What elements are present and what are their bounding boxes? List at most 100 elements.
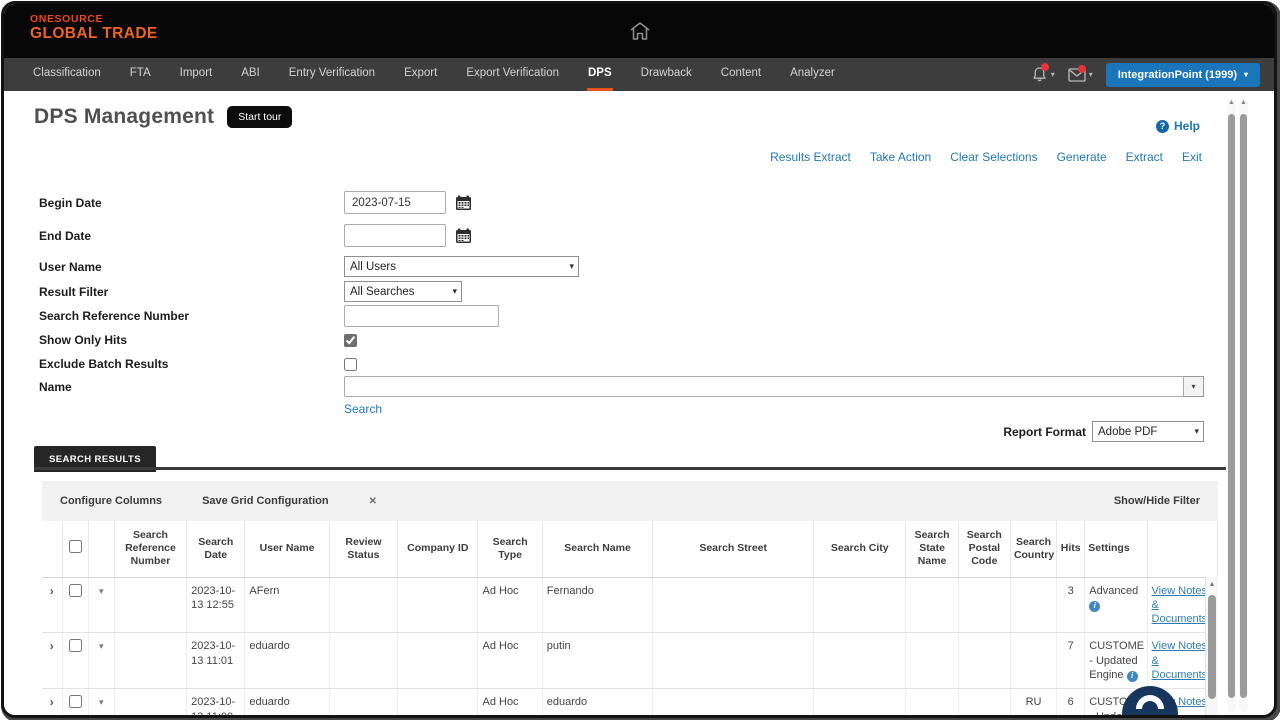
show-hide-filter-button[interactable]: Show/Hide Filter <box>1114 495 1200 507</box>
chevron-down-icon: ▾ <box>1194 426 1199 437</box>
nav-abi[interactable]: ABI <box>240 58 261 91</box>
help-label: Help <box>1174 119 1200 133</box>
nav-content[interactable]: Content <box>720 58 762 91</box>
col-search-state-name[interactable]: Search State Name <box>906 521 958 577</box>
begin-date-input[interactable] <box>344 191 446 214</box>
scrollbar-thumb[interactable] <box>1240 114 1247 698</box>
col-search-type[interactable]: Search Type <box>478 521 542 577</box>
row-checkbox[interactable] <box>69 584 82 597</box>
cell-search-country <box>1010 633 1056 689</box>
cell-menu: ▾ <box>88 577 114 633</box>
nav-dps[interactable]: DPS <box>587 58 613 91</box>
show-only-hits-checkbox[interactable] <box>344 334 357 347</box>
nav-entry-verification[interactable]: Entry Verification <box>288 58 376 91</box>
expand-row-icon[interactable]: › <box>50 584 54 598</box>
close-icon[interactable]: ✕ <box>369 496 377 507</box>
user-name-select[interactable]: All Users ▾ <box>344 256 579 277</box>
nav-fta[interactable]: FTA <box>129 58 152 91</box>
name-dropdown-button[interactable]: ▾ <box>1184 376 1204 397</box>
calendar-icon[interactable] <box>455 195 472 211</box>
nav-classification[interactable]: Classification <box>32 58 102 91</box>
expand-row-icon[interactable]: › <box>50 639 54 653</box>
report-format-label: Report Format <box>1003 425 1086 439</box>
row-checkbox[interactable] <box>69 695 82 708</box>
brand-logo: ONESOURCE GLOBAL TRADE <box>30 13 158 43</box>
help-link[interactable]: ? Help <box>1156 119 1200 133</box>
info-icon[interactable]: i <box>1127 671 1138 682</box>
table-row: › ▾ 2023-10-13 11:01 eduardo Ad Hoc puti… <box>42 633 1218 689</box>
scrollbar-thumb[interactable] <box>1228 114 1235 698</box>
exit-link[interactable]: Exit <box>1182 150 1202 164</box>
col-search-date[interactable]: Search Date <box>187 521 245 577</box>
cell-search-date: 2023-10-13 11:01 <box>187 633 245 689</box>
cell-company-id <box>398 689 478 715</box>
chevron-down-icon: ▾ <box>1244 70 1248 79</box>
start-tour-button[interactable]: Start tour <box>227 106 292 128</box>
save-grid-configuration-button[interactable]: Save Grid Configuration <box>202 495 329 507</box>
table-header-row: Search Reference Number Search Date User… <box>42 521 1218 577</box>
cell-expand: › <box>42 577 62 633</box>
col-search-reference-number[interactable]: Search Reference Number <box>114 521 186 577</box>
take-action-link[interactable]: Take Action <box>870 150 931 164</box>
begin-date-label: Begin Date <box>39 196 344 210</box>
search-link[interactable]: Search <box>344 402 382 416</box>
chevron-down-icon: ▾ <box>569 261 574 272</box>
report-format-select[interactable]: Adobe PDF ▾ <box>1092 421 1204 442</box>
name-input[interactable] <box>344 376 1184 397</box>
col-search-street[interactable]: Search Street <box>653 521 814 577</box>
exclude-batch-results-checkbox[interactable] <box>344 358 357 371</box>
col-search-name[interactable]: Search Name <box>542 521 653 577</box>
col-company-id[interactable]: Company ID <box>398 521 478 577</box>
calendar-icon[interactable] <box>455 228 472 244</box>
info-icon[interactable]: i <box>1089 601 1100 612</box>
scroll-up-icon[interactable]: ▲ <box>1227 99 1236 106</box>
row-menu-icon[interactable]: ▾ <box>99 697 104 707</box>
col-user-name[interactable]: User Name <box>245 521 329 577</box>
search-reference-number-input[interactable] <box>344 305 499 327</box>
row-menu-icon[interactable]: ▾ <box>99 586 104 596</box>
configure-columns-button[interactable]: Configure Columns <box>60 495 162 507</box>
page-scrollbar-outer[interactable]: ▲ <box>1239 99 1248 712</box>
name-label: Name <box>39 380 344 394</box>
col-hits[interactable]: Hits <box>1057 521 1085 577</box>
generate-link[interactable]: Generate <box>1057 150 1107 164</box>
home-icon[interactable] <box>629 21 651 41</box>
clear-selections-link[interactable]: Clear Selections <box>950 150 1037 164</box>
messages-menu[interactable]: ▾ <box>1068 68 1093 82</box>
result-filter-select[interactable]: All Searches ▾ <box>344 281 462 302</box>
chevron-down-icon: ▾ <box>1051 70 1055 79</box>
col-search-city[interactable]: Search City <box>814 521 906 577</box>
page-scrollbar-inner[interactable]: ▲ <box>1227 99 1236 712</box>
results-extract-link[interactable]: Results Extract <box>770 150 851 164</box>
select-all-checkbox[interactable] <box>69 540 82 553</box>
view-notes-documents-link[interactable]: View Notes & Documents <box>1152 585 1208 626</box>
scroll-up-icon[interactable]: ▲ <box>1206 577 1218 588</box>
extract-link[interactable]: Extract <box>1126 150 1163 164</box>
nav-import[interactable]: Import <box>179 58 214 91</box>
nav-analyzer[interactable]: Analyzer <box>789 58 836 91</box>
table-scrollbar[interactable]: ▲ <box>1205 577 1218 715</box>
headset-icon <box>1136 695 1164 709</box>
action-links: Results Extract Take Action Clear Select… <box>770 150 1202 164</box>
col-settings[interactable]: Settings <box>1085 521 1147 577</box>
report-format-value: Adobe PDF <box>1098 426 1157 438</box>
nav-export-verification[interactable]: Export Verification <box>465 58 560 91</box>
cell-select <box>62 633 88 689</box>
end-date-input[interactable] <box>344 224 446 247</box>
nav-export[interactable]: Export <box>403 58 438 91</box>
nav-drawback[interactable]: Drawback <box>640 58 693 91</box>
account-button[interactable]: IntegrationPoint (1999) ▾ <box>1106 63 1260 87</box>
cell-search-country <box>1010 577 1056 633</box>
scrollbar-thumb[interactable] <box>1208 595 1216 699</box>
scroll-up-icon[interactable]: ▲ <box>1239 99 1248 106</box>
notifications-menu[interactable]: ▾ <box>1031 66 1055 83</box>
cell-search-city <box>814 577 906 633</box>
col-search-postal-code[interactable]: Search Postal Code <box>958 521 1010 577</box>
col-review-status[interactable]: Review Status <box>329 521 397 577</box>
expand-row-icon[interactable]: › <box>50 695 54 709</box>
row-menu-icon[interactable]: ▾ <box>99 641 104 651</box>
top-bar: ONESOURCE GLOBAL TRADE <box>4 4 1274 58</box>
row-checkbox[interactable] <box>69 639 82 652</box>
view-notes-documents-link[interactable]: View Notes & Documents <box>1152 640 1208 681</box>
col-search-country[interactable]: Search Country <box>1010 521 1056 577</box>
